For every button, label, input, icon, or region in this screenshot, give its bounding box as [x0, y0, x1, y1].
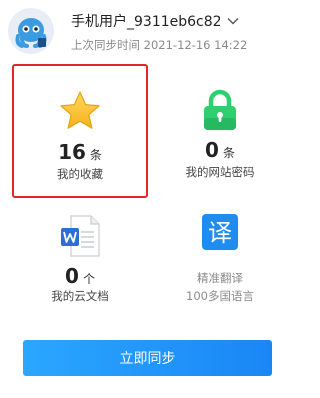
last-sync-time: 上次同步时间 2021-12-16 14:22 — [71, 38, 248, 52]
sync-now-button[interactable]: 立即同步 — [23, 340, 272, 376]
docs-unit: 个 — [82, 272, 95, 286]
favorites-unit: 条 — [89, 148, 102, 162]
passwords-count: 0 — [205, 138, 219, 162]
chevron-down-icon — [227, 18, 239, 25]
docs-label: 我的云文档 — [51, 289, 109, 303]
passwords-tile[interactable]: 0 条 我的网站密码 — [150, 64, 290, 198]
account-switcher[interactable]: 手机用户_9311eb6c82 — [71, 11, 240, 31]
favorites-tile[interactable]: 16 条 我的收藏 — [12, 64, 148, 198]
passwords-unit: 条 — [222, 146, 235, 160]
docs-count: 0 — [65, 264, 79, 288]
avatar[interactable] — [8, 8, 54, 54]
octopus-avatar-icon — [8, 8, 54, 54]
translate-desc-line1: 精准翻译 — [197, 271, 243, 285]
word-doc-icon — [59, 214, 101, 262]
star-icon — [58, 90, 102, 136]
translate-desc-line2: 100多国语言 — [186, 289, 254, 303]
favorites-count: 16 — [58, 140, 86, 164]
favorites-label: 我的收藏 — [57, 167, 103, 181]
passwords-count-row: 0 条 — [150, 138, 290, 162]
translate-icon-glyph: 译 — [208, 219, 232, 247]
passwords-label: 我的网站密码 — [185, 165, 255, 179]
translate-tile[interactable]: 译 精准翻译 100多国语言 — [150, 200, 290, 310]
lock-icon — [202, 88, 238, 136]
username: 手机用户_9311eb6c82 — [71, 14, 222, 30]
translate-icon: 译 — [202, 214, 238, 254]
favorites-count-row: 16 条 — [14, 140, 146, 164]
docs-count-row: 0 个 — [12, 264, 148, 288]
cloud-docs-tile[interactable]: 0 个 我的云文档 — [12, 200, 148, 310]
sync-panel: 手机用户_9311eb6c82 上次同步时间 2021-12-16 14:22 … — [0, 0, 292, 398]
account-header: 手机用户_9311eb6c82 上次同步时间 2021-12-16 14:22 — [0, 0, 292, 60]
